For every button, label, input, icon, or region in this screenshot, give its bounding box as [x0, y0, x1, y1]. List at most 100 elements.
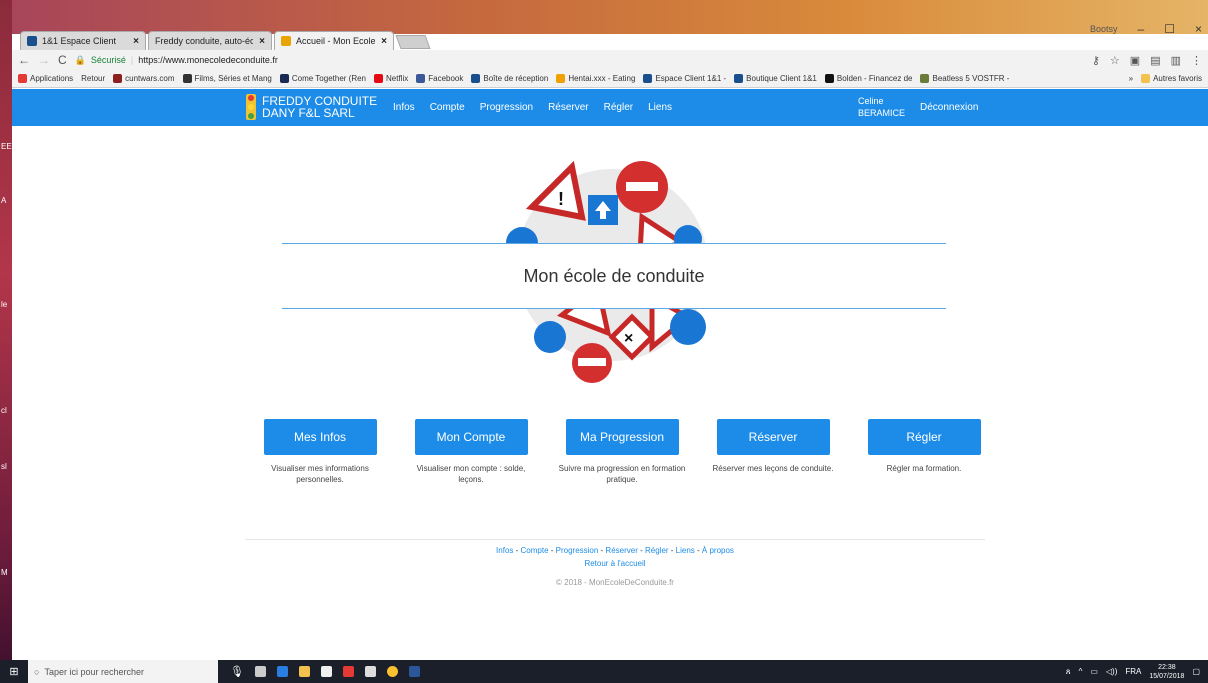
desktop-icon-label: EE — [1, 142, 12, 151]
card-description: Régler ma formation. — [886, 464, 962, 473]
mon-compte-button[interactable]: Mon Compte — [414, 419, 528, 455]
bookmark-item[interactable]: Boutique Client 1&1 — [734, 74, 817, 83]
system-tray: ጸ ^ ▭ ◁)) FRA 22:38 15/07/2018 ▢ — [1066, 663, 1208, 681]
footer-home-link[interactable]: Retour à l'accueil — [245, 559, 985, 568]
card-description: Visualiser mon compte : solde, leçons. — [416, 464, 526, 484]
footer-link-regler[interactable]: Régler — [645, 546, 669, 555]
search-circle-icon: ○ — [34, 666, 40, 677]
bookmark-label: Boutique Client 1&1 — [746, 74, 817, 83]
nav-reserver[interactable]: Réserver — [548, 102, 589, 113]
tab-close-icon[interactable]: × — [381, 36, 387, 47]
extension-icon[interactable]: ▤ — [1150, 54, 1160, 67]
edge-icon[interactable] — [276, 666, 288, 677]
profile-name[interactable]: Bootsy — [1090, 24, 1118, 34]
extension-icon[interactable]: ▥ — [1171, 54, 1181, 67]
back-icon[interactable]: ← — [18, 53, 30, 67]
chrome-icon[interactable] — [386, 666, 398, 677]
extension-icon[interactable]: ▣ — [1130, 54, 1140, 67]
maximize-icon[interactable]: ☐ — [1164, 22, 1175, 36]
nav-progression[interactable]: Progression — [480, 102, 533, 113]
tray-expand-icon[interactable]: ^ — [1079, 667, 1083, 676]
word-icon[interactable] — [408, 666, 420, 677]
bookmark-favicon-icon — [556, 74, 566, 83]
bookmark-item[interactable]: Retour — [81, 74, 105, 83]
footer-link-progression[interactable]: Progression — [556, 546, 599, 555]
address-bar[interactable]: 🔒 Sécurisé | https://www.monecoledecondu… — [75, 55, 278, 66]
lock-icon: 🔒 — [74, 54, 86, 65]
folder-icon — [1141, 74, 1151, 83]
close-window-icon[interactable]: × — [1195, 22, 1202, 36]
bookmark-item[interactable]: cuntwars.com — [113, 74, 175, 83]
notifications-icon[interactable]: ▢ — [1192, 667, 1200, 676]
tab-close-icon[interactable]: × — [259, 36, 265, 47]
network-icon[interactable]: ▭ — [1090, 667, 1098, 676]
people-icon[interactable]: ጸ — [1066, 667, 1071, 677]
footer-link-liens[interactable]: Liens — [676, 546, 695, 555]
bookmark-item[interactable]: Come Together (Ren — [279, 74, 366, 83]
bookmark-label: Applications — [30, 74, 74, 83]
toolbar-actions: ⚷ ☆ ▣ ▤ ▥ ⋮ — [1092, 54, 1202, 67]
footer-links: Infos - Compte - Progression - Réserver … — [496, 546, 734, 555]
tab-accueil[interactable]: Accueil - Mon Ecole de C × — [274, 31, 394, 50]
nav-infos[interactable]: Infos — [393, 102, 415, 113]
bookmark-item[interactable]: Films, Séries et Mang — [182, 74, 272, 83]
traffic-light-icon — [246, 94, 256, 120]
site-brand[interactable]: FREDDY CONDUITE DANY F&L SARL — [246, 94, 377, 120]
key-icon[interactable]: ⚷ — [1092, 54, 1100, 67]
tab-favicon-icon — [281, 36, 291, 46]
url-text[interactable]: https://www.monecoledeconduite.fr — [138, 55, 278, 65]
bookmark-item[interactable]: Hentai.xxx - Eating — [556, 74, 635, 83]
desktop-icon-label: A — [1, 196, 7, 205]
reserver-button[interactable]: Réserver — [716, 419, 830, 455]
bookmark-label: Autres favoris — [1153, 74, 1202, 83]
tab-freddy-conduite[interactable]: Freddy conduite, auto-éc × — [148, 31, 272, 50]
bookmark-item[interactable]: Boîte de réception — [471, 74, 548, 83]
tab-espace-client[interactable]: 1&1 Espace Client × — [20, 31, 146, 50]
bookmark-item[interactable]: Espace Client 1&1 - — [643, 74, 726, 83]
task-view-icon[interactable] — [254, 666, 266, 677]
new-tab-button[interactable] — [395, 35, 431, 49]
menu-icon[interactable]: ⋮ — [1191, 54, 1202, 67]
minimize-icon[interactable]: – — [1138, 22, 1145, 36]
mes-infos-button[interactable]: Mes Infos — [263, 419, 377, 455]
language-indicator[interactable]: FRA — [1125, 667, 1141, 676]
volume-icon[interactable]: ◁)) — [1106, 667, 1117, 676]
forward-icon[interactable]: → — [38, 53, 50, 67]
bookmark-item[interactable]: Bolden - Financez de — [824, 74, 912, 83]
footer-link-infos[interactable]: Infos — [496, 546, 513, 555]
bookmark-favicon-icon — [643, 74, 653, 83]
logout-link[interactable]: Déconnexion — [920, 102, 978, 113]
regler-button[interactable]: Régler — [867, 419, 981, 455]
ma-progression-button[interactable]: Ma Progression — [565, 419, 679, 455]
windows-start-icon[interactable]: ⊞ — [0, 665, 28, 678]
footer-link-reserver[interactable]: Réserver — [605, 546, 637, 555]
taskbar-search[interactable]: ○ Taper ici pour rechercher — [28, 660, 218, 683]
bookmarks-more-icon[interactable]: » — [1129, 74, 1133, 83]
mail-icon[interactable] — [364, 666, 376, 677]
nav-regler[interactable]: Régler — [604, 102, 633, 113]
nav-compte[interactable]: Compte — [430, 102, 465, 113]
reload-icon[interactable]: C — [58, 53, 67, 67]
bookmark-label: Retour — [81, 74, 106, 83]
bookmark-label: Beatless 5 VOSTFR - — [932, 74, 1010, 83]
tab-close-icon[interactable]: × — [133, 36, 139, 47]
app-icon[interactable] — [342, 666, 354, 677]
feature-cards: Mes Infos Visualiser mes informations pe… — [254, 419, 981, 499]
nav-liens[interactable]: Liens — [648, 102, 672, 113]
bookmark-item[interactable]: Applications — [18, 74, 73, 83]
user-name[interactable]: Celine BERAMICE — [858, 95, 905, 119]
microphone-icon[interactable]: 🎙 — [230, 665, 244, 678]
store-icon[interactable] — [320, 666, 332, 677]
star-icon[interactable]: ☆ — [1110, 54, 1120, 67]
file-explorer-icon[interactable] — [298, 666, 310, 677]
clock[interactable]: 22:38 15/07/2018 — [1149, 663, 1184, 681]
footer-link-a-propos[interactable]: À propos — [702, 546, 734, 555]
search-placeholder: Taper ici pour rechercher — [44, 666, 144, 677]
bookmark-item[interactable]: Beatless 5 VOSTFR - — [920, 74, 1009, 83]
other-bookmarks[interactable]: Autres favoris — [1141, 74, 1202, 83]
footer-link-compte[interactable]: Compte — [521, 546, 549, 555]
bookmark-favicon-icon — [113, 74, 123, 83]
desktop-background: EE A le cl sl M — [0, 0, 12, 683]
bookmark-item[interactable]: Facebook — [416, 74, 463, 83]
bookmark-item[interactable]: Netflix — [374, 74, 408, 83]
